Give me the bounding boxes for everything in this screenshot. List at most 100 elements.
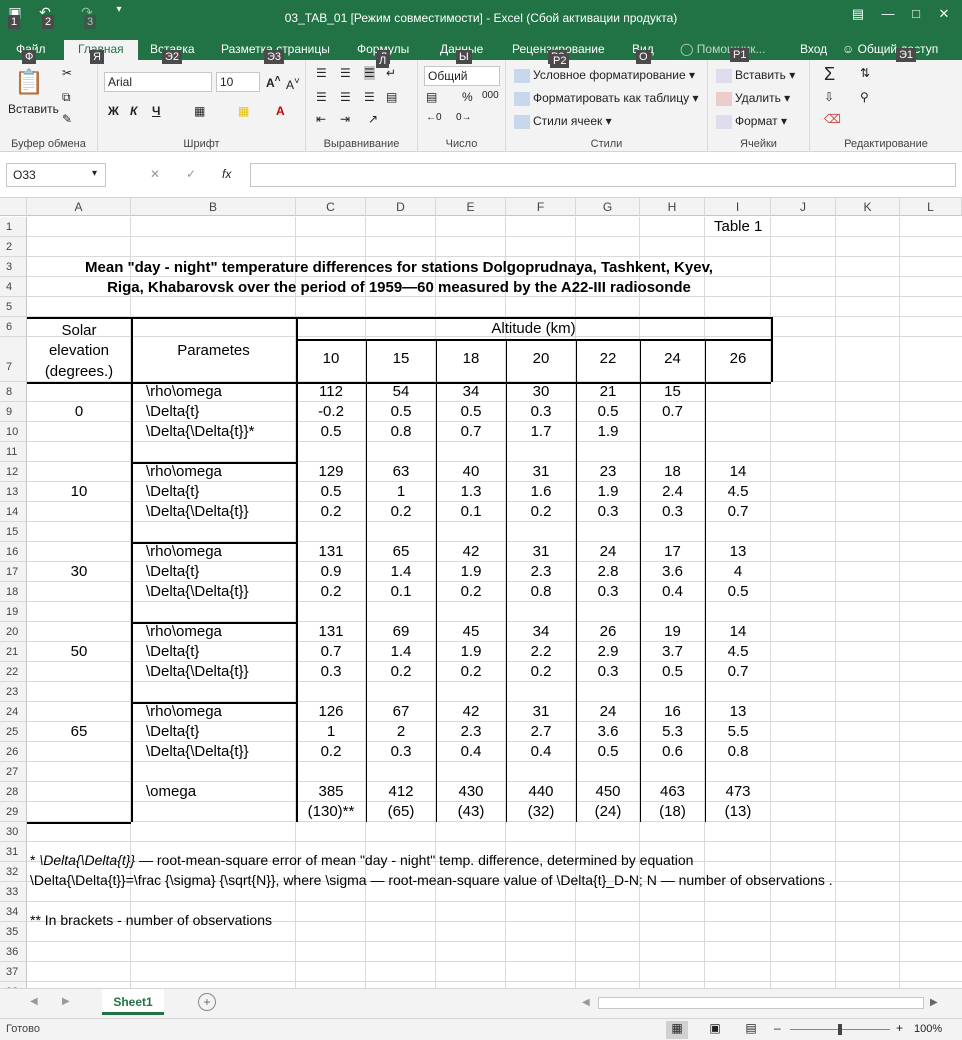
cancel-icon[interactable]: ✕ xyxy=(150,167,160,181)
column-header[interactable]: D xyxy=(366,198,436,216)
tell-me-search[interactable]: ◯ Помощник... xyxy=(680,40,765,60)
enter-icon[interactable]: ✓ xyxy=(186,167,196,181)
row-header[interactable]: 4 xyxy=(0,277,27,297)
merge-icon[interactable]: ▤ xyxy=(386,90,397,104)
row-header[interactable]: 30 xyxy=(0,822,27,842)
row-header[interactable]: 7 xyxy=(0,337,27,382)
page-break-view-icon[interactable]: ▤ xyxy=(742,1021,760,1035)
name-box[interactable]: O33 xyxy=(6,163,106,187)
decrease-indent-icon[interactable]: ⇤ xyxy=(316,112,326,126)
cut-icon[interactable]: ✂ xyxy=(62,66,72,80)
align-left-icon[interactable]: ☰ xyxy=(316,90,327,104)
column-header[interactable]: B xyxy=(131,198,296,216)
row-header[interactable]: 13 xyxy=(0,482,27,502)
row-header[interactable]: 5 xyxy=(0,297,27,317)
normal-view-icon[interactable]: ▦ xyxy=(666,1021,688,1039)
row-header[interactable]: 12 xyxy=(0,462,27,482)
align-middle-icon[interactable]: ☰ xyxy=(340,66,351,80)
row-header[interactable]: 16 xyxy=(0,542,27,562)
column-header[interactable]: L xyxy=(900,198,962,216)
fill-icon[interactable]: ⇩ xyxy=(824,90,834,104)
wrap-text-icon[interactable]: ↵ xyxy=(386,66,396,80)
maximize-icon[interactable]: □ xyxy=(906,6,926,24)
align-bottom-icon[interactable]: ☰ xyxy=(364,66,375,80)
row-header[interactable]: 23 xyxy=(0,682,27,702)
row-header[interactable]: 6 xyxy=(0,317,27,337)
column-header[interactable]: K xyxy=(836,198,900,216)
row-header[interactable]: 1 xyxy=(0,217,27,237)
column-header[interactable]: I xyxy=(705,198,771,216)
zoom-out-icon[interactable]: – xyxy=(774,1021,781,1035)
row-header[interactable]: 24 xyxy=(0,702,27,722)
scroll-left-icon[interactable]: ◀ xyxy=(582,997,590,1008)
row-header[interactable]: 32 xyxy=(0,862,27,882)
paste-button[interactable]: Вставить xyxy=(8,102,59,116)
row-header[interactable]: 3 xyxy=(0,257,27,277)
row-header[interactable]: 33 xyxy=(0,882,27,902)
column-header[interactable]: G xyxy=(576,198,640,216)
row-header[interactable]: 10 xyxy=(0,422,27,442)
next-sheet-icon[interactable]: ▶ xyxy=(62,996,70,1007)
row-header[interactable]: 2 xyxy=(0,237,27,257)
sign-in-link[interactable]: Вход xyxy=(800,40,827,60)
row-header[interactable]: 29 xyxy=(0,802,27,822)
borders-icon[interactable]: ▦ xyxy=(194,104,205,118)
copy-icon[interactable]: ⧉ xyxy=(62,90,71,105)
formula-input[interactable] xyxy=(250,163,956,187)
column-header[interactable]: C xyxy=(296,198,366,216)
autosum-icon[interactable]: Σ xyxy=(824,64,835,85)
row-header[interactable]: 37 xyxy=(0,962,27,982)
comma-button[interactable]: 000 xyxy=(482,90,499,101)
delete-cells-button[interactable]: Удалить ▾ xyxy=(716,91,790,106)
select-all-corner[interactable] xyxy=(0,198,27,216)
row-header[interactable]: 19 xyxy=(0,602,27,622)
row-header[interactable]: 26 xyxy=(0,742,27,762)
row-header[interactable]: 18 xyxy=(0,582,27,602)
format-as-table-button[interactable]: Форматировать как таблицу ▾ xyxy=(514,91,699,106)
find-icon[interactable]: ⚲ xyxy=(860,90,869,104)
font-color-icon[interactable]: A xyxy=(276,104,285,118)
column-header[interactable]: F xyxy=(506,198,576,216)
cell-styles-button[interactable]: Стили ячеек ▾ xyxy=(514,114,612,129)
sheet-tab-sheet1[interactable]: Sheet1 xyxy=(102,989,164,1015)
percent-button[interactable]: % xyxy=(462,90,473,104)
orientation-icon[interactable]: ↗ xyxy=(368,112,378,126)
conditional-format-button[interactable]: Условное форматирование ▾ xyxy=(514,68,695,83)
fill-color-icon[interactable]: ▦ xyxy=(238,104,249,118)
worksheet-grid[interactable]: ABCDEFGHIJKL 1 2 3 4 5 6 7 8 9 10 11 12 13 14 15 16 17 18… xyxy=(0,198,962,988)
underline-button[interactable]: Ч xyxy=(152,104,160,118)
increase-indent-icon[interactable]: ⇥ xyxy=(340,112,350,126)
row-header[interactable]: 22 xyxy=(0,662,27,682)
page-layout-view-icon[interactable]: ▣ xyxy=(706,1021,724,1035)
prev-sheet-icon[interactable]: ◀ xyxy=(30,996,38,1007)
share-button[interactable]: ☺ Общий доступ xyxy=(842,40,938,60)
bold-button[interactable]: Ж xyxy=(108,104,119,118)
paste-icon[interactable]: 📋 xyxy=(14,68,44,97)
row-header[interactable]: 9 xyxy=(0,402,27,422)
number-format-combo[interactable]: Общий xyxy=(424,66,500,86)
row-header[interactable]: 17 xyxy=(0,562,27,582)
row-header[interactable]: 31 xyxy=(0,842,27,862)
decrease-decimal-icon[interactable]: 0→ xyxy=(456,112,472,123)
row-header[interactable]: 14 xyxy=(0,502,27,522)
align-center-icon[interactable]: ☰ xyxy=(340,90,351,104)
decrease-font-icon[interactable]: A˅ xyxy=(286,76,300,92)
row-header[interactable]: 27 xyxy=(0,762,27,782)
name-box-dropdown-icon[interactable]: ▾ xyxy=(92,168,97,179)
scroll-right-icon[interactable]: ▶ xyxy=(930,997,938,1008)
column-header[interactable]: A xyxy=(27,198,131,216)
align-top-icon[interactable]: ☰ xyxy=(316,66,327,80)
row-header[interactable]: 8 xyxy=(0,382,27,402)
format-cells-button[interactable]: Формат ▾ xyxy=(716,114,787,129)
format-painter-icon[interactable]: ✎ xyxy=(62,112,72,126)
accounting-icon[interactable]: ▤ xyxy=(426,90,437,104)
sort-filter-icon[interactable]: ⇅ xyxy=(860,66,870,80)
minimize-icon[interactable]: — xyxy=(878,6,898,24)
increase-decimal-icon[interactable]: ←0 xyxy=(426,112,442,123)
clear-icon[interactable]: ⌫ xyxy=(824,112,841,126)
font-size-combo[interactable]: 10 xyxy=(216,72,260,92)
insert-cells-button[interactable]: Вставить ▾ xyxy=(716,68,795,83)
zoom-level[interactable]: 100% xyxy=(914,1023,942,1035)
increase-font-icon[interactable]: A˄ xyxy=(266,74,281,90)
add-sheet-icon[interactable]: + xyxy=(198,993,216,1011)
